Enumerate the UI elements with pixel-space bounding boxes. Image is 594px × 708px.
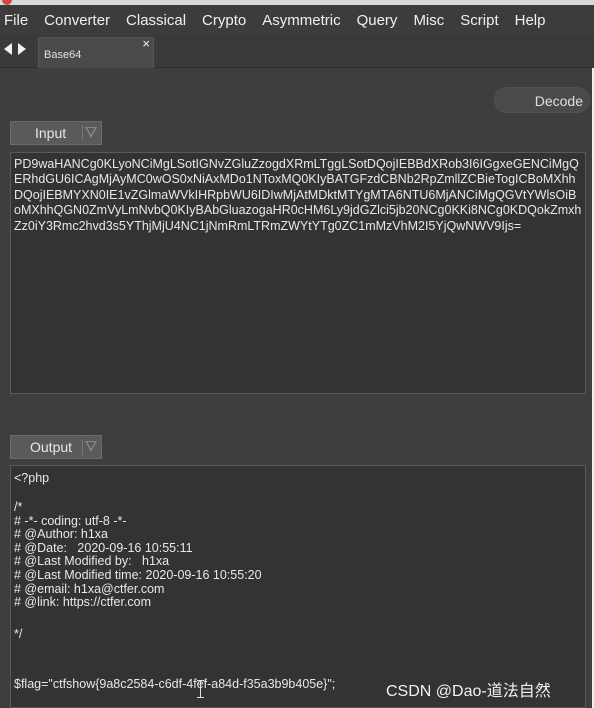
combo-separator [82,125,83,141]
output-line: # @Date: 2020-09-16 10:55:11 [14,540,193,555]
menu-query[interactable]: Query [357,12,398,29]
output-line: /* [14,500,23,514]
menu-crypto[interactable]: Crypto [202,12,246,29]
close-icon[interactable]: × [142,37,150,51]
input-combo-label: Input [35,125,67,141]
text-cursor-icon [197,680,205,698]
output-line: # -*- coding: utf-8 -*- [14,513,127,528]
watermark: CSDN @Dao-道法自然 [386,683,551,700]
chevron-down-icon [85,441,97,452]
input-textarea[interactable]: PD9waHANCg0KLyoNCiMgLSotIGNvZGluZzogdXRm… [10,152,586,394]
menu-help[interactable]: Help [515,12,546,29]
output-textarea[interactable]: <?php /* # -*- coding: utf-8 -*- # @Auth… [10,465,586,708]
tab-label: Base64 [44,49,82,61]
arrow-left-icon[interactable] [4,43,12,55]
output-line: # @email: h1xa@ctfer.com [14,581,165,596]
output-line: # @Author: h1xa [14,527,108,542]
tab-nav [4,43,26,55]
output-line: <?php [14,471,50,485]
combo-separator [82,439,83,455]
input-text: PD9waHANCg0KLyoNCiMgLSotIGNvZGluZzogdXRm… [14,157,582,233]
menu-file[interactable]: File [4,12,28,29]
menu-misc[interactable]: Misc [413,12,444,29]
decode-label: Decode [534,93,583,109]
output-format-select[interactable]: Output [10,435,102,459]
input-format-select[interactable]: Input [10,121,102,145]
menu-asymmetric[interactable]: Asymmetric [262,12,340,29]
output-line: */ [14,626,23,641]
arrow-right-icon[interactable] [18,43,26,55]
menu-script[interactable]: Script [460,12,498,29]
output-line: # @link: https://ctfer.com [14,595,152,610]
output-line: # @Last Modified by: h1xa [14,554,170,569]
output-line: # @Last Modified time: 2020-09-16 10:55:… [14,567,262,582]
menubar: File Converter Classical Crypto Asymmetr… [0,5,594,35]
output-text: <?php /* # -*- coding: utf-8 -*- # @Auth… [11,466,585,694]
chevron-down-icon [85,127,97,138]
menu-classical[interactable]: Classical [126,12,186,29]
tab-base64[interactable]: Base64 × [38,37,154,68]
output-combo-label: Output [30,439,73,455]
decode-button[interactable]: Decode [494,87,590,113]
menu-converter[interactable]: Converter [44,12,110,29]
tab-bar: Base64 × [0,35,594,68]
